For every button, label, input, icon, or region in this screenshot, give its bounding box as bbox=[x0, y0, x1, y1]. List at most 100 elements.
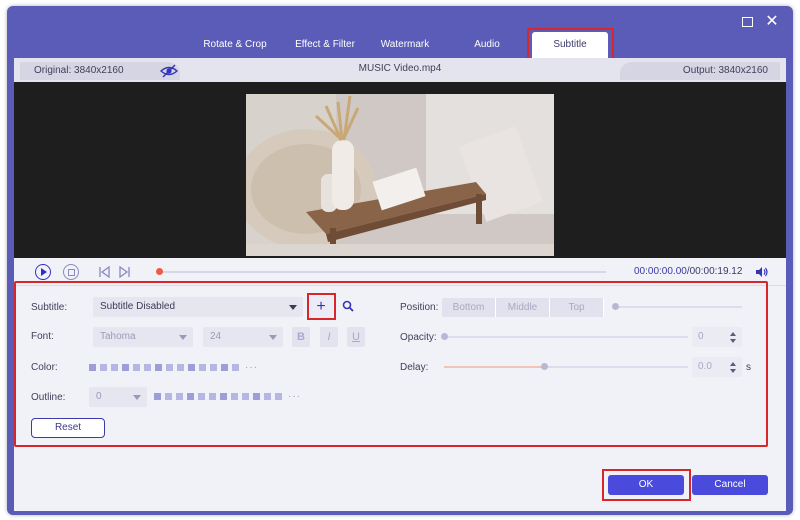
color-swatches[interactable]: ··· bbox=[89, 362, 258, 373]
tab-rotate-crop[interactable]: Rotate & Crop bbox=[193, 32, 277, 58]
position-slider[interactable] bbox=[612, 303, 742, 310]
color-label: Color: bbox=[31, 362, 58, 373]
color-swatch[interactable] bbox=[144, 363, 151, 371]
color-swatch[interactable] bbox=[100, 363, 107, 371]
delay-slider-handle[interactable] bbox=[541, 363, 548, 370]
color-swatch[interactable] bbox=[89, 363, 96, 371]
delay-label: Delay: bbox=[400, 362, 429, 373]
color-swatch[interactable] bbox=[221, 363, 228, 371]
tab-watermark[interactable]: Watermark bbox=[371, 32, 439, 58]
chevron-down-icon bbox=[133, 395, 141, 400]
opacity-value: 0 bbox=[698, 331, 704, 342]
outline-select-value: 0 bbox=[96, 391, 102, 402]
color-swatch[interactable] bbox=[111, 363, 118, 371]
opacity-label: Opacity: bbox=[400, 332, 437, 343]
color-swatch[interactable] bbox=[155, 363, 162, 371]
outline-swatch[interactable] bbox=[198, 392, 205, 400]
tab-bar: Rotate & Crop Effect & Filter Watermark … bbox=[7, 32, 793, 58]
time-display: 00:00:00.00/00:00:19.12 bbox=[634, 266, 742, 277]
delay-value: 0.0 bbox=[698, 361, 712, 372]
font-select-value: Tahoma bbox=[100, 331, 136, 342]
color-swatch[interactable] bbox=[188, 363, 195, 371]
font-select[interactable]: Tahoma bbox=[93, 327, 193, 347]
outline-select[interactable]: 0 bbox=[89, 387, 147, 407]
chevron-down-icon bbox=[179, 335, 187, 340]
color-swatch[interactable] bbox=[177, 363, 184, 371]
progress-bar[interactable] bbox=[156, 268, 606, 275]
delay-slider[interactable] bbox=[444, 363, 688, 370]
subtitle-select[interactable]: Subtitle Disabled bbox=[93, 297, 303, 317]
add-subtitle-button[interactable]: + bbox=[309, 296, 333, 318]
next-frame-icon[interactable] bbox=[118, 266, 132, 278]
underline-button[interactable]: U bbox=[347, 327, 365, 347]
video-frame bbox=[246, 94, 554, 256]
increment-icon[interactable] bbox=[730, 332, 736, 336]
player-controls: 00:00:00.00/00:00:19.12 bbox=[14, 258, 786, 286]
subtitle-label: Subtitle: bbox=[31, 302, 68, 313]
outline-swatch[interactable] bbox=[242, 392, 249, 400]
delay-input[interactable]: 0.0 bbox=[692, 357, 742, 377]
font-label: Font: bbox=[31, 331, 54, 342]
ok-button[interactable]: OK bbox=[608, 475, 684, 495]
font-size-value: 24 bbox=[210, 331, 222, 342]
delay-unit: s bbox=[746, 362, 751, 373]
color-swatch[interactable] bbox=[210, 363, 217, 371]
color-swatch[interactable] bbox=[166, 363, 173, 371]
progress-handle[interactable] bbox=[156, 268, 163, 275]
position-slider-handle[interactable] bbox=[612, 303, 619, 310]
decrement-icon[interactable] bbox=[730, 339, 736, 343]
info-bar: Original: 3840x2160 MUSIC Video.mp4 Outp… bbox=[14, 58, 786, 82]
outline-swatch[interactable] bbox=[165, 392, 172, 400]
search-icon[interactable] bbox=[342, 300, 354, 312]
opacity-slider-handle[interactable] bbox=[441, 333, 448, 340]
increment-icon[interactable] bbox=[730, 362, 736, 366]
total-time: /00:00:19.12 bbox=[686, 266, 743, 277]
decrement-icon[interactable] bbox=[730, 369, 736, 373]
dialog-window: ✕ Rotate & Crop Effect & Filter Watermar… bbox=[7, 6, 793, 515]
chevron-down-icon bbox=[289, 305, 297, 310]
outline-swatch[interactable] bbox=[275, 392, 282, 400]
color-swatch[interactable] bbox=[122, 363, 129, 371]
editor-panel: Original: 3840x2160 MUSIC Video.mp4 Outp… bbox=[14, 58, 786, 511]
bold-button[interactable]: B bbox=[292, 327, 310, 347]
stop-button[interactable] bbox=[63, 264, 79, 280]
position-bottom-button[interactable]: Bottom bbox=[442, 298, 496, 317]
delay-slider-fill bbox=[444, 366, 544, 368]
outline-swatch[interactable] bbox=[154, 392, 161, 400]
subtitle-select-value: Subtitle Disabled bbox=[100, 301, 176, 312]
color-swatch[interactable] bbox=[133, 363, 140, 371]
position-middle-button[interactable]: Middle bbox=[496, 298, 550, 317]
more-outline-colors-button[interactable]: ··· bbox=[288, 391, 301, 402]
cancel-button[interactable]: Cancel bbox=[692, 475, 768, 495]
outline-swatches[interactable]: ··· bbox=[154, 391, 301, 402]
opacity-input[interactable]: 0 bbox=[692, 327, 742, 347]
italic-button[interactable]: I bbox=[320, 327, 338, 347]
play-button[interactable] bbox=[35, 264, 51, 280]
color-swatch[interactable] bbox=[232, 363, 239, 371]
position-top-button[interactable]: Top bbox=[550, 298, 604, 317]
outline-label: Outline: bbox=[31, 392, 66, 403]
maximize-icon[interactable] bbox=[739, 14, 755, 30]
output-resolution: Output: 3840x2160 bbox=[620, 62, 780, 80]
current-time: 00:00:00.00 bbox=[634, 266, 687, 277]
outline-swatch[interactable] bbox=[176, 392, 183, 400]
video-preview-area bbox=[14, 82, 786, 258]
tab-audio[interactable]: Audio bbox=[459, 32, 515, 58]
close-icon[interactable]: ✕ bbox=[764, 14, 780, 30]
color-swatch[interactable] bbox=[199, 363, 206, 371]
outline-swatch[interactable] bbox=[253, 392, 260, 400]
reset-button[interactable]: Reset bbox=[31, 418, 105, 438]
outline-swatch[interactable] bbox=[209, 392, 216, 400]
previous-frame-icon[interactable] bbox=[97, 266, 111, 278]
volume-icon[interactable] bbox=[755, 266, 769, 278]
font-size-select[interactable]: 24 bbox=[203, 327, 283, 347]
outline-swatch[interactable] bbox=[220, 392, 227, 400]
chevron-down-icon bbox=[269, 335, 277, 340]
outline-swatch[interactable] bbox=[187, 392, 194, 400]
outline-swatch[interactable] bbox=[231, 392, 238, 400]
opacity-slider[interactable] bbox=[441, 333, 688, 340]
outline-swatch[interactable] bbox=[264, 392, 271, 400]
tab-subtitle[interactable]: Subtitle bbox=[532, 32, 608, 58]
more-colors-button[interactable]: ··· bbox=[245, 362, 258, 373]
tab-effect-filter[interactable]: Effect & Filter bbox=[283, 32, 367, 58]
